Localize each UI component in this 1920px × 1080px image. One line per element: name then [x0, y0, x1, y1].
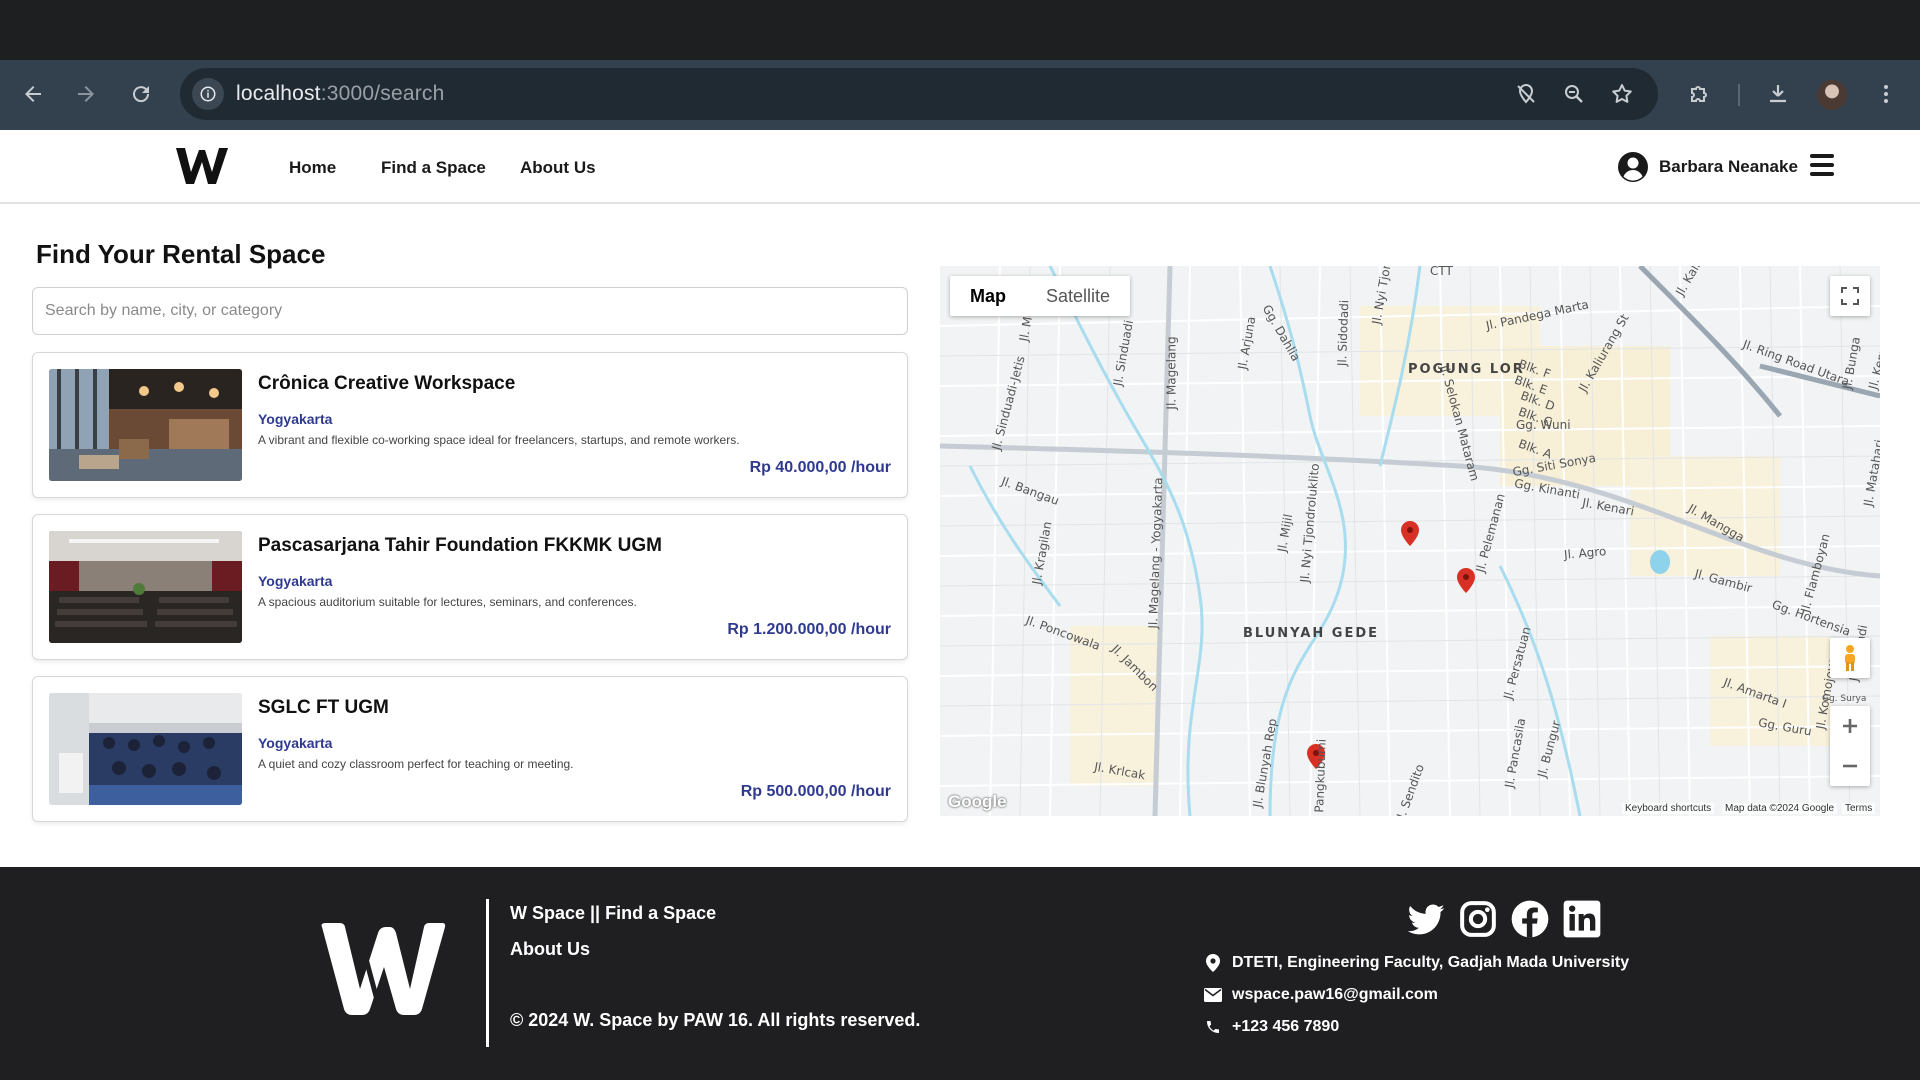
listing-city: Yogyakarta: [258, 573, 333, 589]
map-view[interactable]: POGUNG LOR BLUNYAH GEDE Jl. Pandega Mart…: [940, 266, 1880, 816]
keyboard-shortcuts-link[interactable]: Keyboard shortcuts: [1622, 803, 1715, 814]
arrow-right-icon: [78, 86, 94, 102]
map-street-label: Gg. Surya: [1822, 694, 1867, 704]
download-icon: [1770, 85, 1786, 103]
map-marker-icon: [1206, 954, 1220, 972]
listing-price: Rp 40.000,00 /hour: [749, 459, 891, 476]
hamburger-menu-button[interactable]: [1810, 154, 1834, 176]
nav-about-us[interactable]: About Us: [520, 158, 596, 178]
email-text[interactable]: wspace.paw16@gmail.com: [1232, 986, 1438, 1004]
bookmark-star-icon[interactable]: [1608, 80, 1636, 108]
toolbar-separator: [1738, 84, 1740, 106]
phone-text[interactable]: +123 456 7890: [1232, 1018, 1339, 1036]
site-header: Home Find a Space About Us Barbara Neana…: [0, 130, 1920, 204]
w-space-footer-logo[interactable]: [318, 919, 448, 1019]
footer-address: DTETI, Engineering Faculty, Gadjah Mada …: [1204, 954, 1629, 972]
user-name: Barbara Neanake: [1659, 157, 1798, 176]
address-text: DTETI, Engineering Faculty, Gadjah Mada …: [1232, 954, 1630, 971]
listing-description: A quiet and cozy classroom perfect for t…: [258, 757, 574, 771]
reload-icon: [133, 86, 150, 103]
map-street-label: Jl. Sidodadi: [1335, 299, 1352, 367]
linkedin-icon[interactable]: [1562, 899, 1602, 939]
listing-card[interactable]: Crônica Creative Workspace Yogyakarta A …: [32, 352, 908, 498]
twitter-icon[interactable]: [1406, 899, 1446, 939]
listing-description: A vibrant and flexible co-working space …: [258, 433, 740, 447]
extensions-button[interactable]: [1679, 74, 1719, 114]
street-view-pegman[interactable]: [1830, 638, 1870, 678]
footer-about-link[interactable]: About Us: [510, 939, 590, 960]
browser-menu-button[interactable]: [1866, 74, 1906, 114]
listing-photo-classroom[interactable]: [49, 693, 242, 805]
listing-city: Yogyakarta: [258, 411, 333, 427]
map-street-label: Jl. Magelang: [1164, 336, 1179, 410]
facebook-icon[interactable]: [1510, 899, 1550, 939]
instagram-icon[interactable]: [1458, 899, 1498, 939]
minus-icon: [1843, 764, 1857, 768]
window-top-strip: [0, 0, 1920, 60]
footer-email[interactable]: wspace.paw16@gmail.com: [1204, 986, 1438, 1004]
footer-copyright: © 2024 W. Space by PAW 16. All rights re…: [510, 1010, 921, 1030]
zoom-out-button[interactable]: [1841, 746, 1859, 786]
search-field[interactable]: [32, 287, 908, 335]
address-bar[interactable]: localhost:3000/search: [180, 68, 1658, 120]
listing-city: Yogyakarta: [258, 735, 333, 751]
user-avatar-icon: [1618, 152, 1648, 182]
listing-card[interactable]: SGLC FT UGM Yogyakarta A quiet and cozy …: [32, 676, 908, 822]
terms-link[interactable]: Terms: [1842, 803, 1876, 814]
url-path: :3000/search: [320, 82, 445, 105]
map-area-label: BLUNYAH GEDE: [1243, 626, 1380, 641]
listing-photo-auditorium[interactable]: [49, 531, 242, 643]
user-menu[interactable]: Barbara Neanake: [1617, 150, 1798, 184]
location-off-icon[interactable]: [1512, 80, 1540, 108]
downloads-button[interactable]: [1758, 74, 1798, 114]
url-text: localhost:3000/search: [236, 82, 445, 106]
reload-button[interactable]: [121, 74, 161, 114]
envelope-icon: [1204, 988, 1222, 1002]
pegman-icon: [1845, 645, 1855, 671]
footer-brand-link[interactable]: W Space || Find a Space: [510, 903, 716, 924]
zoom-icon[interactable]: [1560, 80, 1588, 108]
listing-name[interactable]: SGLC FT UGM: [258, 697, 389, 719]
fullscreen-icon: [1841, 287, 1859, 305]
w-space-logo[interactable]: [174, 144, 230, 188]
listing-description: A spacious auditorium suitable for lectu…: [258, 595, 637, 609]
listing-name[interactable]: Crônica Creative Workspace: [258, 373, 515, 395]
map-tab-satellite[interactable]: Satellite: [1026, 276, 1130, 316]
fullscreen-button[interactable]: [1830, 276, 1870, 316]
arrow-left-icon: [25, 86, 41, 102]
map-street-label: CTT: [1430, 266, 1453, 278]
site-footer: W Space || Find a Space About Us © 2024 …: [0, 867, 1920, 1080]
plus-icon: [1843, 719, 1857, 733]
zoom-control: [1830, 706, 1870, 786]
footer-divider: [486, 899, 489, 1047]
site-info-icon[interactable]: [192, 78, 224, 110]
footer-phone[interactable]: +123 456 7890: [1204, 1018, 1339, 1036]
listing-card[interactable]: Pascasarjana Tahir Foundation FKKMK UGM …: [32, 514, 908, 660]
map-tab-map[interactable]: Map: [950, 276, 1026, 316]
listing-price: Rp 500.000,00 /hour: [740, 783, 891, 800]
listing-name[interactable]: Pascasarjana Tahir Foundation FKKMK UGM: [258, 535, 662, 557]
map-type-control: Map Satellite: [950, 276, 1131, 316]
zoom-in-button[interactable]: [1841, 706, 1859, 746]
kebab-menu-icon: [1884, 85, 1888, 103]
search-input[interactable]: [33, 288, 907, 334]
url-host: localhost: [236, 82, 321, 105]
phone-icon: [1207, 1021, 1219, 1033]
listing-photo-coworking[interactable]: [49, 369, 242, 481]
nav-find-a-space[interactable]: Find a Space: [381, 158, 486, 178]
listing-price: Rp 1.200.000,00 /hour: [727, 621, 891, 638]
google-logo[interactable]: Google: [948, 792, 1007, 812]
map-area-label: POGUNG LOR: [1408, 362, 1525, 377]
profile-avatar[interactable]: [1817, 80, 1847, 110]
page-title: Find Your Rental Space: [36, 239, 326, 269]
map-street-label: Jl. Pangkubumi: [1311, 738, 1329, 816]
back-button[interactable]: [13, 74, 53, 114]
puzzle-icon: [1691, 86, 1707, 102]
forward-button[interactable]: [66, 74, 106, 114]
nav-home[interactable]: Home: [289, 158, 336, 178]
map-data-attribution: Map data ©2024 Google: [1722, 803, 1838, 814]
